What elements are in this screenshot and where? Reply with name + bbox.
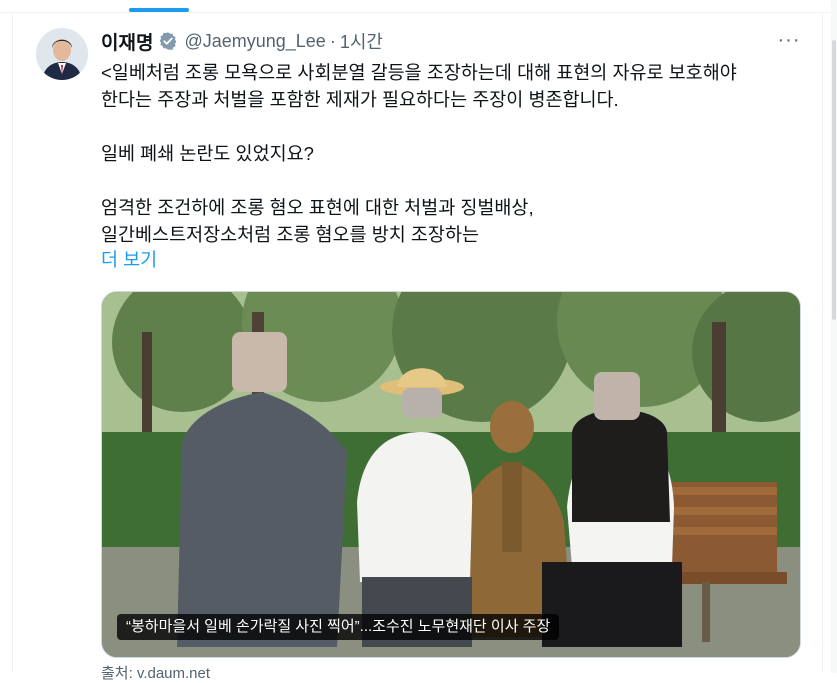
active-tab-indicator — [129, 8, 189, 12]
media-caption: “봉하마을서 일베 손가락질 사진 찍어”...조수진 노무현재단 이사 주장 — [117, 614, 560, 640]
tweet-header: 이재명 @Jaemyung_Lee · 1시간 — [101, 28, 383, 55]
tweet-line: 일간베스트저장소처럼 조롱 혐오를 방치 조장하는 — [101, 224, 479, 245]
tweet-line: 일베 폐쇄 논란도 있었지요? — [101, 143, 314, 164]
verified-badge-icon — [158, 31, 178, 51]
column-border-right — [822, 12, 823, 673]
header-separator: · — [329, 30, 336, 51]
author-avatar[interactable] — [36, 28, 88, 80]
tweet-line: 엄격한 조건하에 조롱 혐오 표현에 대한 처벌과 징벌배상, — [101, 197, 534, 218]
scrollbar-thumb[interactable] — [832, 40, 836, 320]
photo-scene — [102, 292, 800, 657]
post-time[interactable]: 1시간 — [340, 28, 383, 54]
top-bar — [0, 0, 837, 13]
column-border-left — [12, 12, 13, 673]
scrollbar-track[interactable] — [831, 0, 837, 673]
tweet-line: <일베처럼 조롱 모욕으로 사회분열 갈등을 조장하는데 대해 표현의 자유로 … — [101, 62, 737, 83]
tweet-text: <일베처럼 조롱 모욕으로 사회분열 갈등을 조장하는데 대해 표현의 자유로 … — [101, 59, 801, 248]
author-name[interactable]: 이재명 — [101, 28, 153, 55]
author-handle[interactable]: @Jaemyung_Lee — [184, 31, 325, 52]
tweet-media-photo[interactable] — [101, 291, 801, 658]
avatar-image — [36, 28, 88, 80]
show-more-link[interactable]: 더 보기 — [101, 246, 157, 273]
more-options-icon[interactable]: ··· — [775, 28, 803, 52]
tweet-line: 한다는 주장과 처벌을 포함한 제재가 필요하다는 주장이 병존합니다. — [101, 89, 619, 110]
